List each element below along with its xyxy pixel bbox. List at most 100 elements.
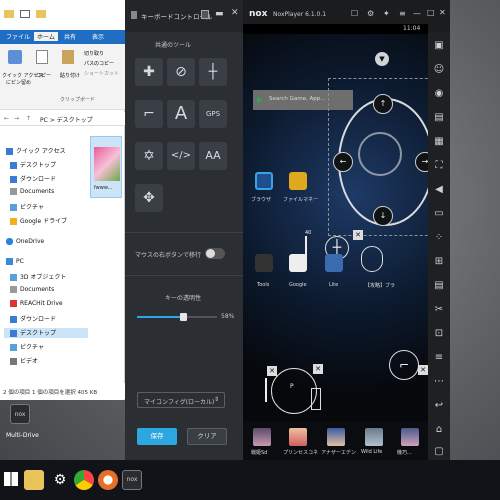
dock-app-icon[interactable] [253, 428, 271, 446]
fullscreen-icon[interactable]: ⛶ [433, 160, 445, 172]
chrome-taskbar-icon[interactable] [74, 470, 94, 490]
more-icon[interactable]: ≡ [433, 352, 445, 364]
fire-size-bar[interactable] [265, 378, 267, 402]
up-arrow-icon[interactable]: ↑ [26, 115, 31, 122]
back-arrow-icon[interactable]: ← [4, 115, 9, 122]
location-icon[interactable]: ◉ [433, 88, 445, 100]
nav-pc-desktop[interactable]: デスクトップ [4, 328, 88, 338]
dpad-down-key[interactable]: ↓ [373, 206, 393, 226]
nox-taskbar-icon[interactable]: nox [122, 470, 142, 490]
crosshair-tool-icon[interactable]: ┼ [199, 58, 227, 86]
nav-videos[interactable]: ビデオ [10, 356, 38, 366]
look-around-tool-icon[interactable]: ⊘ [167, 58, 195, 86]
gun-tool-icon[interactable]: ⌐ [135, 100, 163, 128]
close-icon[interactable]: ✕ [231, 8, 239, 18]
nav-pc-downloads[interactable]: ダウンロード [10, 314, 56, 324]
cut-icon[interactable]: ✂ [433, 304, 445, 316]
paste-shortcut-button[interactable]: ショートカット [84, 70, 119, 77]
tab-share[interactable]: 共有 [64, 32, 76, 41]
delete-key-icon[interactable]: ✕ [267, 366, 277, 376]
dpad-tool-icon[interactable]: ✚ [135, 58, 163, 86]
file-explorer-taskbar-icon[interactable] [24, 470, 44, 490]
cut-button[interactable]: 切り取り [84, 50, 104, 57]
save-button[interactable]: 保存 [137, 428, 177, 445]
apk-icon[interactable]: ▤ [433, 112, 445, 124]
screenshot-icon[interactable]: ▦ [433, 136, 445, 148]
gun-key[interactable]: ⌐ [389, 350, 419, 380]
nav-downloads[interactable]: ダウンロード [10, 174, 56, 184]
star-of-david-tool-icon[interactable]: ✡ [135, 142, 163, 170]
windows-start-icon[interactable] [4, 472, 18, 486]
properties-icon[interactable] [20, 10, 30, 18]
nav-desktop[interactable]: デスクトップ [10, 160, 56, 170]
lite-app-icon[interactable] [325, 254, 343, 272]
dock-app-icon[interactable] [327, 428, 345, 446]
fire-key-handle[interactable] [311, 388, 321, 410]
delete-key-icon[interactable]: ✕ [313, 364, 323, 374]
multi-instance-icon[interactable]: ▤ [433, 280, 445, 292]
dpad-up-key[interactable]: ↑ [373, 94, 393, 114]
text-key-tool-icon[interactable]: A [167, 100, 195, 128]
recent-apps-icon[interactable]: ▢ [433, 446, 445, 458]
forward-arrow-icon[interactable]: → [14, 115, 19, 122]
nav-pc[interactable]: PC [6, 258, 24, 268]
settings-icon[interactable]: ⚙ [367, 9, 374, 18]
close-icon[interactable]: ✕ [439, 8, 446, 17]
new-folder-icon[interactable] [36, 10, 46, 18]
minimize-icon[interactable]: — [413, 9, 421, 18]
pin-icon[interactable]: ✦ [383, 9, 390, 18]
dpad-left-key[interactable]: ← [333, 152, 353, 172]
dock-app-icon[interactable] [289, 428, 307, 446]
nav-pictures[interactable]: ピクチャ [10, 202, 44, 212]
copy-icon[interactable] [36, 50, 48, 64]
file-thumbnail[interactable]: fwww... [90, 136, 122, 198]
nav-quick-access[interactable]: クイック アクセス [6, 146, 66, 156]
firefox-taskbar-icon[interactable] [98, 470, 118, 490]
tab-home[interactable]: ホーム [34, 32, 58, 41]
maximize-icon[interactable]: □ [427, 8, 435, 17]
delete-key-icon[interactable]: ✕ [353, 230, 363, 240]
multi-drive-icon[interactable]: nox [10, 404, 30, 424]
nav-3d-objects[interactable]: 3D オブジェクト [10, 272, 66, 282]
swipe-tool-icon[interactable]: ✥ [135, 184, 163, 212]
clear-button[interactable]: クリア [187, 428, 227, 445]
delete-key-icon[interactable]: ✕ [418, 365, 428, 375]
paste-icon[interactable] [62, 50, 74, 64]
mouse-toggle-switch[interactable] [205, 248, 225, 259]
nav-documents[interactable]: Documents [10, 188, 54, 198]
nav-pc-documents[interactable]: Documents [10, 286, 54, 296]
script-tool-icon[interactable]: </> [167, 142, 195, 170]
keyboard-icon[interactable]: ▣ [433, 40, 445, 52]
opacity-slider-track[interactable] [137, 313, 217, 321]
gps-tool-icon[interactable]: GPS [199, 100, 227, 128]
tools-app-icon[interactable] [255, 254, 273, 272]
file-manager-app-icon[interactable] [289, 172, 307, 190]
tab-view[interactable]: 表示 [92, 32, 104, 41]
folder-icon[interactable]: ▭ [433, 208, 445, 220]
google-app-icon[interactable] [289, 254, 307, 272]
dock-app-icon[interactable] [401, 428, 419, 446]
record-icon[interactable]: ⊞ [433, 256, 445, 268]
tab-file[interactable]: ファイル [6, 32, 30, 41]
sync-icon[interactable]: ⊡ [433, 328, 445, 340]
settings-taskbar-icon[interactable]: ⚙ [50, 470, 70, 490]
robot-icon[interactable]: ☺ [433, 64, 445, 76]
nav-google-drive[interactable]: Google ドライブ [10, 216, 67, 226]
address-bar[interactable]: ← → ↑ PC > デスクトップ [0, 112, 125, 126]
copy-path-button[interactable]: パスのコピー [84, 60, 114, 67]
dots-grid-icon[interactable]: ⁘ [433, 232, 445, 244]
double-key-tool-icon[interactable]: AA [199, 142, 227, 170]
mouse-key[interactable] [361, 246, 383, 272]
volume-icon[interactable]: ◀ [433, 184, 445, 196]
nav-reachit-drive[interactable]: REACHit Drive [10, 300, 63, 310]
home-icon[interactable]: ⌂ [433, 424, 445, 436]
back-icon[interactable]: ↩ [433, 400, 445, 412]
dots-icon[interactable]: ⋯ [433, 376, 445, 388]
menu-icon[interactable]: ≡ [399, 9, 406, 18]
browser-app-icon[interactable] [255, 172, 273, 190]
help-icon[interactable] [201, 10, 209, 19]
minimize-icon[interactable]: ▬ [215, 9, 224, 19]
pin-icon[interactable] [8, 50, 22, 64]
drag-key-icon[interactable]: ▼ [375, 52, 389, 66]
nav-pc-pictures[interactable]: ピクチャ [10, 342, 44, 352]
